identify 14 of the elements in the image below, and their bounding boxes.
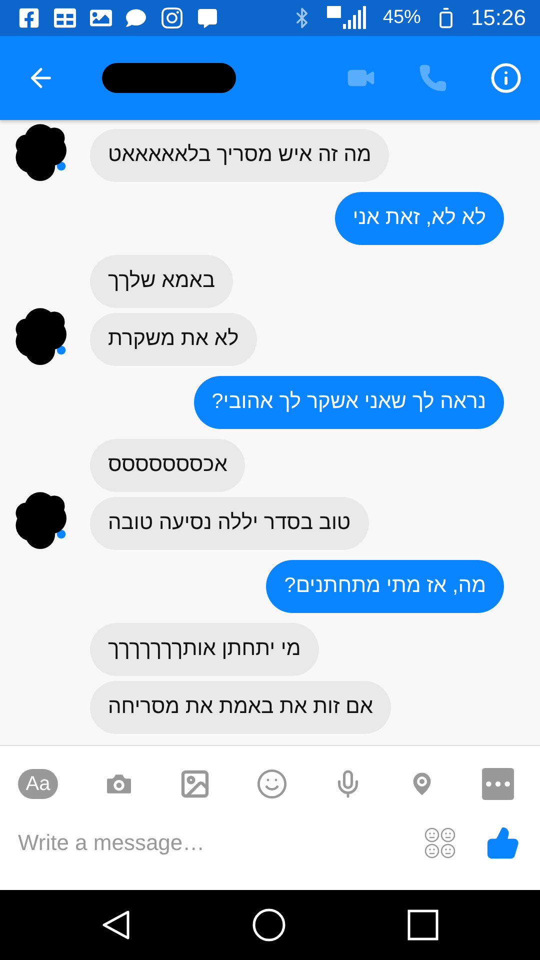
clock-time: 15:26 [470,5,526,31]
message-bubble: מי יתחתן אותךךךךךךך [90,623,319,676]
message-bubble: באמא שלךך [90,255,234,308]
message-bubble: מה זה איש מסריך בלאאאאאט [90,129,390,182]
text-format-button[interactable]: Aa [18,769,58,799]
message-bubble: נראה לך שאני אשקר לך אהובי? [194,376,504,429]
message-bubble: אם זות את באמת את מסריחה [90,681,392,734]
message-bubble: טוב בסדר יללה נסיעה טובה [90,497,369,550]
message-bubble: אכססססססס [90,439,246,492]
message-bubble: לא את משקרת [90,313,257,366]
battery-percentage: 45% [382,7,421,29]
message-bubble: לא לא, זאת אני [334,192,504,245]
message-bubble: מה, אז מתי מתחתנים? [266,560,504,613]
message-input-field[interactable]: Write a message… [18,826,394,860]
